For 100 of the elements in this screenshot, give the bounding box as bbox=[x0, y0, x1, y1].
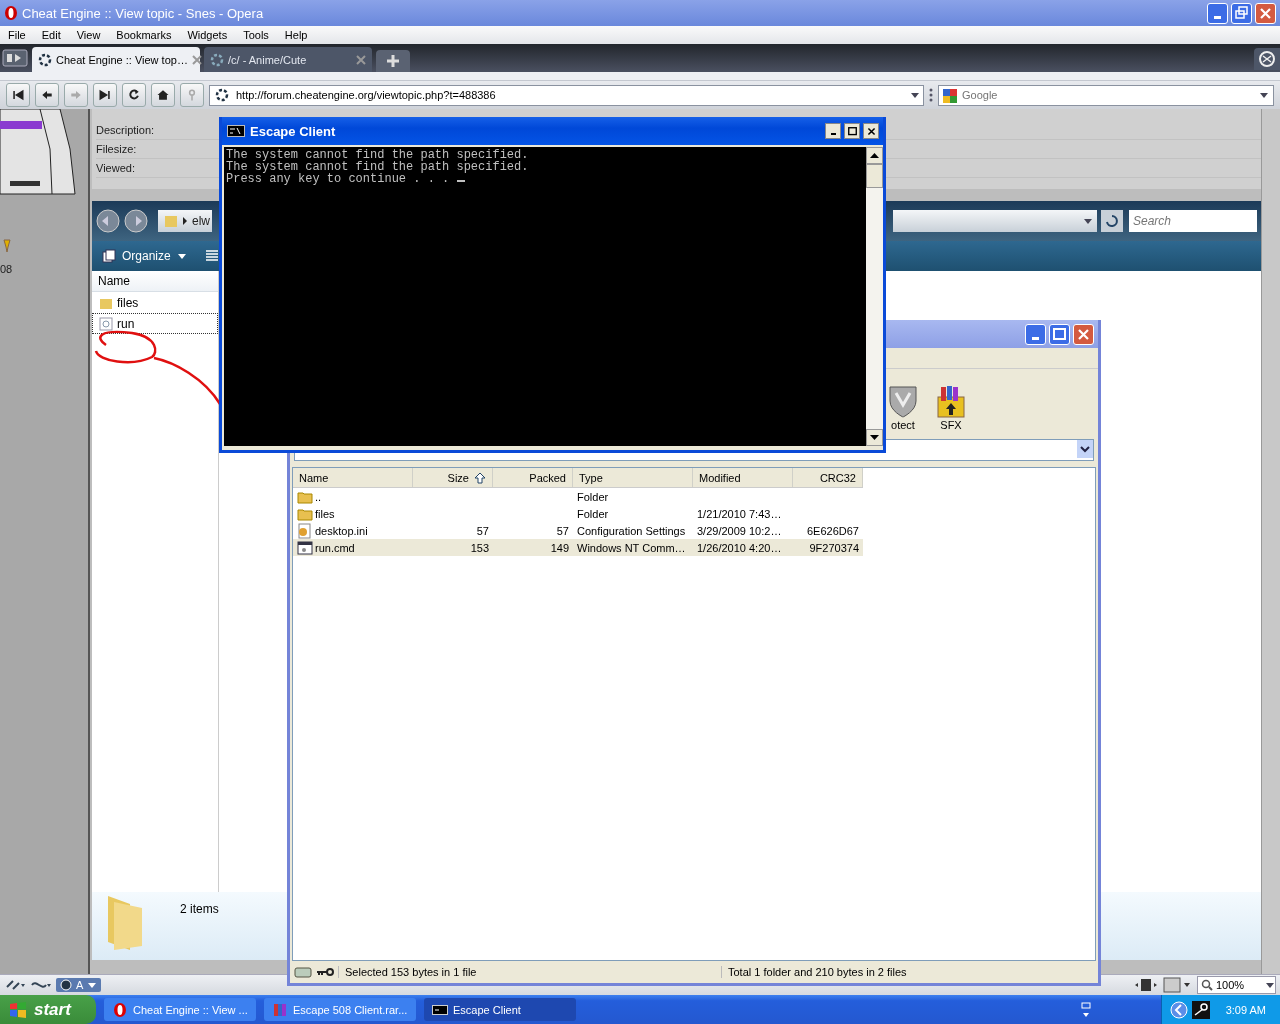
archive-row[interactable]: .. Folder bbox=[293, 488, 1095, 505]
settings-file-icon bbox=[297, 522, 313, 539]
reload-icon[interactable] bbox=[122, 83, 146, 107]
tab-close-icon[interactable] bbox=[191, 54, 202, 65]
archive-row[interactable]: run.cmd 153 149 Windows NT Comm… 1/26/2010 4:20… 9F270374 bbox=[293, 539, 863, 556]
table-cell: 6E626D67 bbox=[807, 524, 859, 537]
address-field[interactable]: http://forum.cheatengine.org/viewtopic.php?t=488386 bbox=[209, 84, 924, 106]
status-text: Total 1 folder and 210 bytes in 2 files bbox=[721, 966, 907, 978]
taskbar-button[interactable]: Escape 508 Client.rar... bbox=[264, 998, 416, 1021]
view-icon[interactable] bbox=[204, 249, 219, 263]
dropdown-arrow-icon[interactable] bbox=[1265, 980, 1275, 990]
image-icon[interactable] bbox=[1163, 977, 1193, 993]
restore-button[interactable] bbox=[1231, 2, 1252, 24]
search-engine-icon bbox=[942, 87, 958, 104]
explorer-item[interactable]: files bbox=[92, 292, 218, 313]
minimize-button[interactable] bbox=[825, 123, 841, 139]
menu-item[interactable]: Tools bbox=[235, 29, 277, 41]
organize-button[interactable]: Organize bbox=[98, 247, 191, 265]
menu-item[interactable]: Help bbox=[276, 29, 316, 41]
table-cell: Configuration Settings bbox=[577, 524, 686, 537]
search-field[interactable]: Google bbox=[938, 84, 1274, 106]
taskbar-button[interactable]: Cheat Engine :: View ... bbox=[104, 998, 256, 1021]
new-tab-button[interactable] bbox=[376, 50, 410, 72]
table-cell: run.cmd bbox=[315, 541, 355, 554]
menu-item[interactable]: Edit bbox=[33, 29, 69, 41]
table-cell: 1/21/2010 7:43… bbox=[697, 507, 782, 520]
last-page-icon[interactable] bbox=[93, 83, 117, 107]
scroll-up-icon[interactable] bbox=[866, 147, 883, 164]
start-button[interactable]: start bbox=[0, 995, 96, 1024]
first-page-icon[interactable] bbox=[6, 83, 30, 107]
table-cell: files bbox=[315, 507, 335, 520]
scrollbar[interactable] bbox=[866, 147, 883, 446]
column-header[interactable]: Type bbox=[573, 468, 693, 487]
turbo-button[interactable]: A bbox=[56, 978, 102, 992]
table-cell: Windows NT Comm… bbox=[577, 541, 686, 554]
column-header[interactable]: Packed bbox=[493, 468, 573, 487]
console-icon bbox=[227, 125, 245, 137]
column-header[interactable]: Modified bbox=[693, 468, 793, 487]
zoom-field[interactable]: 100% bbox=[1197, 976, 1276, 994]
table-cell: Folder bbox=[577, 490, 609, 503]
scroll-down-icon[interactable] bbox=[866, 429, 883, 446]
pin-icon bbox=[2, 239, 12, 253]
window-title: Cheat Engine :: View topic - Snes - Opera bbox=[22, 5, 265, 21]
scrollbar[interactable] bbox=[1261, 109, 1280, 974]
taskbar-button[interactable]: Escape Client bbox=[424, 998, 576, 1021]
close-button[interactable] bbox=[863, 123, 879, 139]
back-button-icon[interactable] bbox=[96, 209, 120, 233]
plus-icon bbox=[386, 54, 400, 68]
dropdown-arrow-icon bbox=[87, 980, 98, 990]
column-header[interactable]: Size bbox=[413, 468, 493, 487]
windows-stack-icon[interactable] bbox=[1078, 1000, 1093, 1019]
table-cell: 9F270374 bbox=[809, 541, 859, 554]
table-cell: desktop.ini bbox=[315, 524, 368, 537]
table-cell: 57 bbox=[476, 524, 489, 537]
sync-icon[interactable] bbox=[4, 978, 26, 992]
table-cell: 153 bbox=[470, 541, 489, 554]
archive-row[interactable]: desktop.ini 57 57 Configuration Settings 3/29/2009 10:2… 6E626D67 bbox=[293, 522, 1095, 539]
scroll-thumb[interactable] bbox=[866, 164, 883, 188]
command-file-icon bbox=[297, 539, 313, 556]
dropdown-arrow-icon[interactable] bbox=[1083, 216, 1093, 226]
maximize-icon bbox=[845, 124, 859, 138]
windows-logo-icon bbox=[8, 999, 28, 1020]
archive-row[interactable]: files Folder 1/21/2010 7:43… bbox=[293, 505, 1095, 522]
menu-item[interactable]: View bbox=[68, 29, 109, 41]
address-field[interactable]: elw bbox=[158, 210, 212, 232]
page-icon[interactable] bbox=[1133, 977, 1159, 993]
archive-icon bbox=[272, 1001, 288, 1018]
browser-tab[interactable]: Cheat Engine :: View top… bbox=[32, 47, 200, 72]
menu-item[interactable]: File bbox=[0, 29, 34, 41]
search-field[interactable]: Search bbox=[1129, 210, 1257, 232]
dropdown-arrow-icon bbox=[176, 251, 187, 261]
table-cell: 57 bbox=[556, 524, 569, 537]
console-text: The system cannot find the path specified. bbox=[226, 161, 530, 173]
text-cursor bbox=[457, 180, 466, 182]
menu-item[interactable]: Widgets bbox=[179, 29, 236, 41]
console-text: The system cannot find the path specified. bbox=[226, 149, 530, 161]
table-cell: 3/29/2009 10:2… bbox=[697, 524, 782, 537]
explorer-item[interactable]: run bbox=[92, 313, 218, 334]
site-favicon-icon bbox=[214, 87, 230, 103]
back-icon[interactable] bbox=[35, 83, 59, 107]
closed-tabs-icon[interactable] bbox=[1254, 48, 1280, 70]
tab-label: Cheat Engine :: View top… bbox=[56, 53, 188, 66]
panel-toggle-icon[interactable] bbox=[2, 49, 28, 67]
toolbar-button[interactable]: SFX bbox=[936, 383, 966, 431]
toolbar-grip-icon bbox=[929, 88, 933, 102]
maximize-button[interactable] bbox=[844, 123, 860, 139]
column-header[interactable]: CRC32 bbox=[793, 468, 863, 487]
forward-button-icon[interactable] bbox=[124, 209, 148, 233]
status-text: Selected 153 bytes in 1 file bbox=[338, 966, 717, 978]
column-header[interactable]: Name bbox=[293, 468, 413, 487]
pages-icon bbox=[102, 249, 116, 263]
menu-item[interactable]: Bookmarks bbox=[108, 29, 180, 41]
toolbar-button[interactable]: otect bbox=[888, 383, 918, 431]
refresh-icon[interactable] bbox=[1101, 210, 1123, 232]
minimize-icon bbox=[1032, 336, 1039, 340]
browser-tab[interactable]: /c/ - Anime/Cute bbox=[204, 47, 372, 72]
tab-label: /c/ - Anime/Cute bbox=[228, 53, 308, 66]
opera-logo-icon bbox=[112, 1001, 128, 1018]
home-icon[interactable] bbox=[151, 83, 175, 107]
archive-icon bbox=[936, 383, 966, 419]
